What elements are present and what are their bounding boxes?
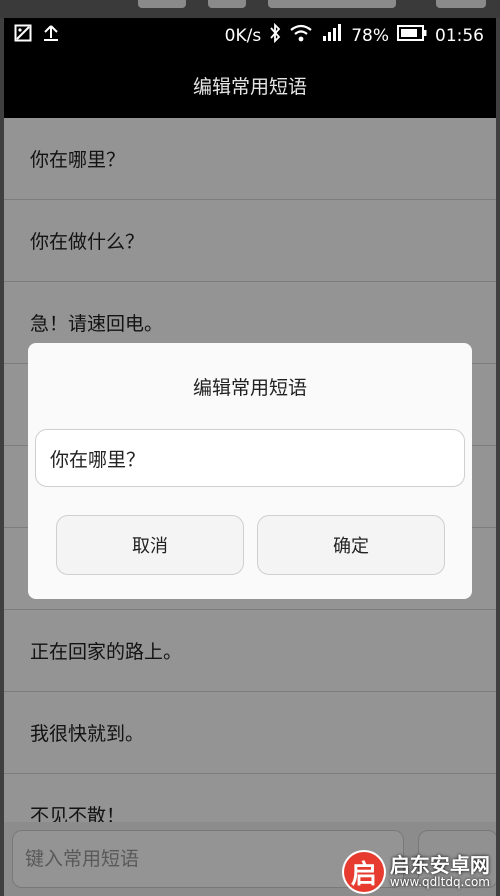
frame-bump [208,0,246,8]
frame-bump [436,0,486,8]
status-bar: 0K/s 78% 01:56 [4,18,496,52]
battery-icon [397,24,427,47]
dialog-title: 编辑常用短语 [192,377,307,399]
frame-bump [138,0,186,8]
status-right: 0K/s 78% 01:56 [224,22,484,48]
page-title: 编辑常用短语 [192,75,307,98]
network-speed: 0K/s [224,25,262,46]
dialog-phrase-input[interactable] [35,429,465,487]
cancel-button[interactable]: 取消 [56,515,244,575]
signal-icon [321,23,343,48]
bluetooth-icon [269,22,281,48]
watermark: 启 启东安卓网 www.qdltdq.com [343,852,490,892]
upload-icon [42,24,60,47]
frame-bump [268,0,396,8]
edit-phrase-dialog: 编辑常用短语 取消 确定 [28,343,472,599]
device: 0K/s 78% 01:56 编辑常用短语 你在哪里？ 你在做什么？ 急！请速回… [0,0,500,896]
confirm-button[interactable]: 确定 [257,515,445,575]
wifi-icon [289,23,313,48]
watermark-name: 启东安卓网 [389,853,490,878]
watermark-logo-icon: 启 [343,852,384,892]
status-left [14,24,60,47]
watermark-text: 启东安卓网 www.qdltdq.com [390,855,490,889]
app-header: 编辑常用短语 [4,52,496,118]
battery-percent: 78% [351,25,389,46]
watermark-url: www.qdltdq.com [389,875,490,890]
device-frame-top [0,0,500,18]
status-time: 01:56 [435,25,484,46]
image-icon [14,24,32,47]
phone-screen: 0K/s 78% 01:56 编辑常用短语 你在哪里？ 你在做什么？ 急！请速回… [4,18,496,896]
